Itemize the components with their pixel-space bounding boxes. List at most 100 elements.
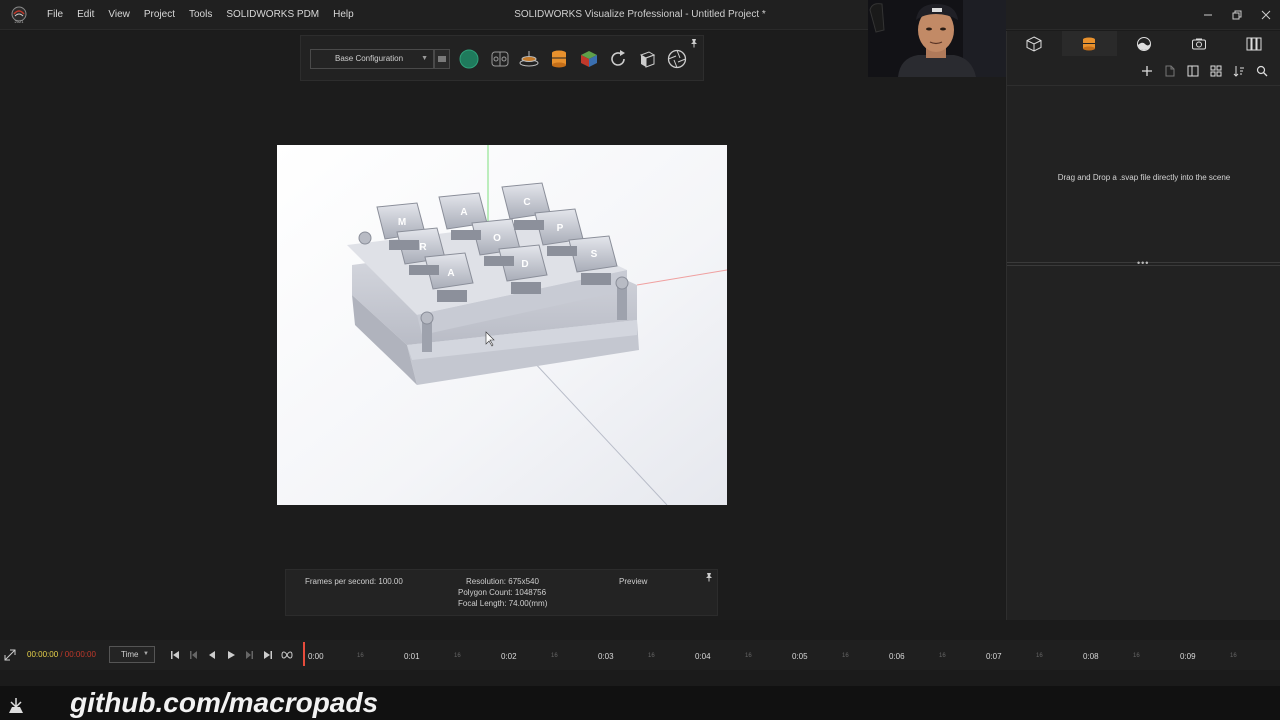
skip-to-end-button[interactable]: [261, 648, 275, 662]
configuration-options-button[interactable]: [434, 49, 450, 69]
menu-tools[interactable]: Tools: [182, 0, 219, 30]
drop-hint: Drag and Drop a .svap file directly into…: [1057, 173, 1231, 182]
solidworks-visualize-logo-icon[interactable]: 2021: [10, 6, 28, 24]
database-icon: [1083, 37, 1096, 50]
layout-button[interactable]: [1185, 63, 1201, 79]
menu-edit[interactable]: Edit: [70, 0, 101, 30]
close-icon: [1261, 10, 1270, 20]
time-label: 0:09: [1180, 652, 1196, 661]
splitter-handle-icon[interactable]: •••: [1137, 258, 1149, 268]
webcam-overlay: [868, 0, 1006, 77]
chevron-down-icon: ▼: [421, 55, 428, 62]
search-icon: [1256, 65, 1268, 77]
time-sub-label: 16: [357, 653, 364, 659]
total-time: / 00:00:00: [58, 650, 96, 659]
cube-color-icon[interactable]: [578, 48, 600, 70]
menu-project[interactable]: Project: [137, 0, 182, 30]
render-mode-icon[interactable]: [458, 48, 480, 70]
close-button[interactable]: [1251, 0, 1280, 30]
restore-icon: [1232, 10, 1241, 20]
reset-view-icon[interactable]: [607, 48, 629, 70]
turntable-icon[interactable]: [518, 48, 540, 70]
tab-libraries[interactable]: [1061, 31, 1117, 56]
columns-icon: [1246, 37, 1262, 50]
keycap-label: A: [447, 268, 454, 279]
environment-icon: [1136, 36, 1151, 51]
time-sub-label: 16: [1230, 653, 1237, 659]
configuration-select[interactable]: Base Configuration ▼: [310, 49, 434, 69]
skip-end-icon: [264, 651, 272, 659]
time-label: 0:03: [598, 652, 614, 661]
chevron-down-icon: ▼: [143, 651, 149, 657]
library-icon[interactable]: [548, 48, 570, 70]
add-button[interactable]: [1139, 63, 1155, 79]
tab-models[interactable]: [1007, 31, 1062, 56]
time-mode-select[interactable]: Time ▼: [109, 646, 155, 663]
menu-help[interactable]: Help: [326, 0, 361, 30]
menu-solidworks-pdm[interactable]: SOLIDWORKS PDM: [219, 0, 326, 30]
keycap-label: O: [493, 233, 501, 244]
play-icon: [228, 651, 235, 659]
previous-keyframe-button[interactable]: [187, 648, 201, 662]
time-sub-label: 16: [1133, 653, 1140, 659]
time-label: 0:02: [501, 652, 517, 661]
timeline: 00:00:00 / 00:00:00 Time ▼ 0:00 16 0:01 …: [0, 640, 1280, 670]
loop-button[interactable]: [280, 648, 294, 662]
next-keyframe-button[interactable]: [242, 648, 256, 662]
keycap-label: S: [591, 249, 598, 260]
import-icon: [1165, 65, 1175, 77]
cube-icon: [1026, 35, 1042, 52]
menu-view[interactable]: View: [101, 0, 137, 30]
polygon-count-readout: Polygon Count: 1048756: [458, 588, 547, 597]
tab-scenes[interactable]: [1117, 31, 1172, 56]
import-button[interactable]: [1162, 63, 1178, 79]
grid-view-button[interactable]: [1208, 63, 1224, 79]
logo-year: 2021: [15, 19, 25, 24]
box-view-icon[interactable]: [636, 48, 658, 70]
palette-panel: Drag and Drop a .svap file directly into…: [1006, 31, 1280, 620]
skip-to-start-button[interactable]: [168, 648, 182, 662]
menu-bar: File Edit View Project Tools SOLIDWORKS …: [40, 0, 361, 30]
menu-file[interactable]: File: [40, 0, 70, 30]
play-button[interactable]: [224, 648, 238, 662]
time-sub-label: 16: [454, 653, 461, 659]
time-sub-label: 16: [648, 653, 655, 659]
time-label: 0:05: [792, 652, 808, 661]
time-label: 0:06: [889, 652, 905, 661]
loop-icon: [281, 651, 293, 659]
time-label: 0:00: [308, 652, 324, 661]
time-sub-label: 16: [842, 653, 849, 659]
expand-icon[interactable]: [4, 649, 16, 661]
tab-palette[interactable]: [1226, 31, 1280, 56]
render-mode-readout: Preview: [619, 577, 648, 586]
minimize-button[interactable]: [1193, 0, 1222, 30]
current-time: 00:00:00: [27, 650, 59, 659]
keycap-label: A: [460, 207, 467, 218]
grid-icon: [1210, 65, 1222, 77]
search-button[interactable]: [1254, 63, 1270, 79]
pin-icon[interactable]: [689, 38, 699, 48]
camera-aperture-icon[interactable]: [666, 48, 688, 70]
step-back-button[interactable]: [205, 648, 219, 662]
keycap-label: P: [557, 223, 564, 234]
macropad-model-render: M A C R O P A D S: [277, 145, 727, 505]
previous-frame-icon: [190, 651, 197, 659]
step-back-icon: [209, 651, 215, 659]
palette-tools: [1139, 63, 1270, 79]
restore-button[interactable]: [1222, 0, 1251, 30]
time-sub-label: 16: [745, 653, 752, 659]
split-view-icon[interactable]: [489, 48, 511, 70]
focal-length-readout: Focal Length: 74.00(mm): [458, 599, 548, 608]
pin-icon[interactable]: [704, 572, 714, 582]
window-title: SOLIDWORKS Visualize Professional - Unti…: [514, 9, 766, 20]
time-readout: 00:00:00 / 00:00:00: [27, 650, 96, 659]
time-sub-label: 16: [1036, 653, 1043, 659]
render-preview-frame[interactable]: M A C R O P A D S: [277, 145, 727, 505]
timeline-ruler[interactable]: 0:00 16 0:01 16 0:02 16 0:03 16 0:04 16 …: [300, 640, 1275, 670]
status-panel: Frames per second: 100.00 Resolution: 67…: [285, 569, 718, 616]
sort-button[interactable]: [1231, 63, 1247, 79]
keycap-label: D: [521, 259, 528, 270]
skip-start-icon: [171, 651, 179, 659]
time-label: 0:01: [404, 652, 420, 661]
tab-cameras[interactable]: [1171, 31, 1226, 56]
